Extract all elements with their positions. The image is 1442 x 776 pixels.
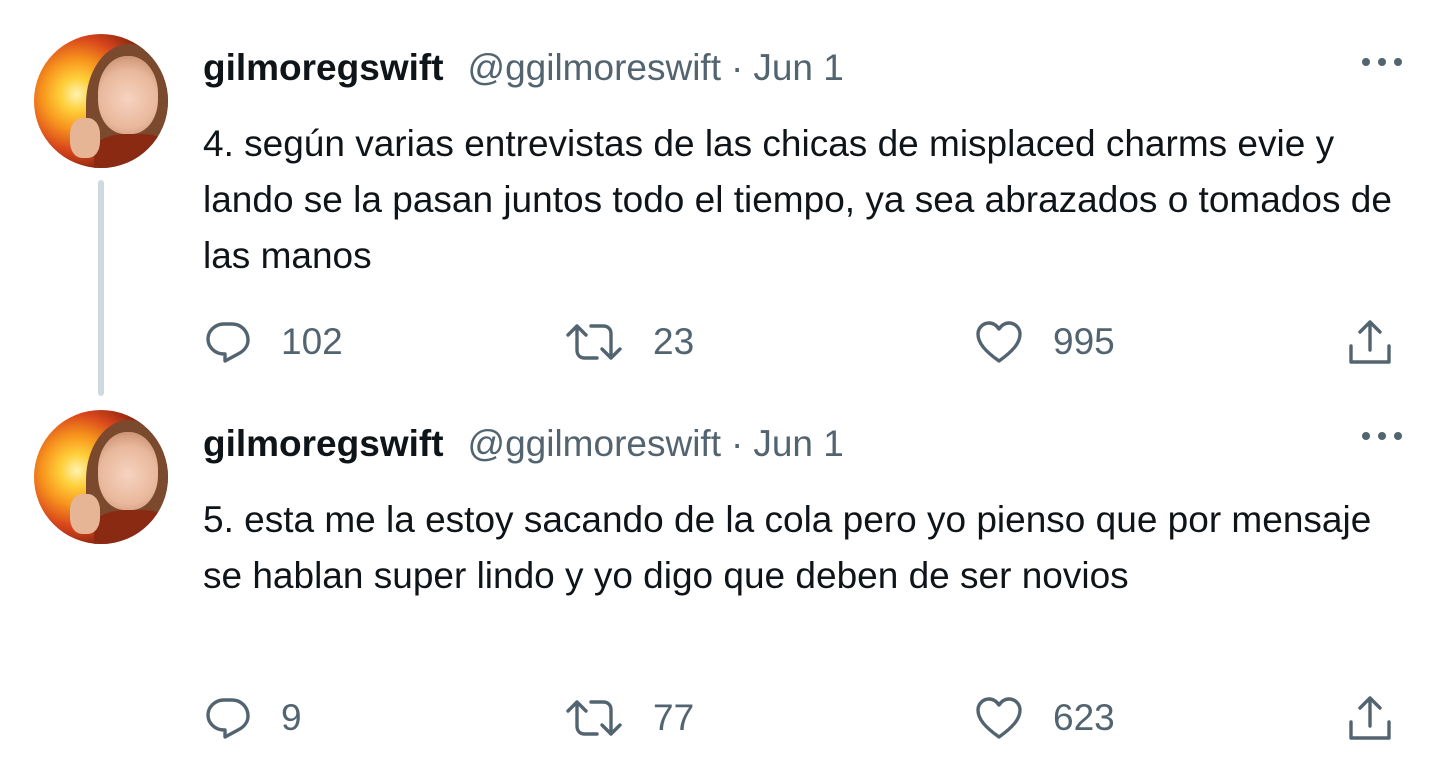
tweet-header: gilmoregswift @ggilmoreswift · Jun 1 — [203, 42, 844, 94]
like-button[interactable]: 995 — [975, 312, 1115, 372]
tweet-actions: 102 23 995 — [0, 312, 1442, 372]
reply-count: 9 — [281, 697, 302, 738]
share-icon — [1349, 696, 1391, 740]
retweet-button[interactable]: 23 — [565, 312, 694, 372]
reply-count: 102 — [281, 321, 343, 362]
reply-button[interactable]: 102 — [205, 312, 343, 372]
more-dot — [1362, 432, 1370, 440]
header-separator: · — [731, 47, 744, 88]
like-count: 995 — [1053, 321, 1115, 362]
tweet-thread: gilmoregswift @ggilmoreswift · Jun 1 4. … — [0, 0, 1442, 776]
more-dot — [1362, 58, 1370, 66]
share-icon — [1349, 320, 1391, 364]
tweet-date[interactable]: Jun 1 — [753, 47, 844, 89]
tweet-text: 4. según varias entrevistas de las chica… — [203, 123, 1392, 276]
retweet-icon — [566, 324, 622, 360]
retweet-count: 23 — [653, 321, 695, 362]
retweet-button[interactable]: 77 — [565, 688, 694, 748]
tweet[interactable]: gilmoregswift @ggilmoreswift · Jun 1 5. … — [0, 398, 1442, 776]
more-dot — [1378, 432, 1386, 440]
more-dot — [1394, 58, 1402, 66]
like-button[interactable]: 623 — [975, 688, 1115, 748]
avatar-thumb — [70, 494, 100, 534]
reply-icon — [206, 322, 250, 363]
tweet-actions: 9 77 623 — [0, 688, 1442, 748]
tweet-text: 5. esta me la estoy sacando de la cola p… — [203, 499, 1372, 596]
tweet-date[interactable]: Jun 1 — [753, 423, 844, 465]
tweet[interactable]: gilmoregswift @ggilmoreswift · Jun 1 4. … — [0, 0, 1442, 398]
like-count: 623 — [1053, 697, 1115, 738]
author-name[interactable]: gilmoregswift — [203, 423, 444, 465]
author-handle[interactable]: @ggilmoreswift — [468, 423, 721, 465]
author-name[interactable]: gilmoregswift — [203, 47, 444, 89]
tweet-header: gilmoregswift @ggilmoreswift · Jun 1 — [203, 418, 844, 470]
avatar-face — [98, 432, 158, 510]
avatar[interactable] — [34, 410, 168, 544]
reply-button[interactable]: 9 — [205, 688, 302, 748]
more-dot — [1394, 432, 1402, 440]
more-options-icon[interactable] — [1362, 426, 1402, 446]
avatar-shirt — [94, 510, 168, 544]
more-dot — [1378, 58, 1386, 66]
share-button[interactable] — [1346, 688, 1394, 748]
avatar-thumb — [70, 118, 100, 158]
avatar-face — [98, 56, 158, 134]
share-button[interactable] — [1346, 312, 1394, 372]
header-separator: · — [731, 423, 744, 464]
avatar[interactable] — [34, 34, 168, 168]
avatar-shirt — [94, 134, 168, 168]
heart-icon — [976, 321, 1022, 363]
more-options-icon[interactable] — [1362, 52, 1402, 72]
heart-icon — [976, 697, 1022, 739]
reply-icon — [206, 698, 250, 739]
author-handle[interactable]: @ggilmoreswift — [468, 47, 721, 89]
retweet-icon — [566, 700, 622, 736]
retweet-count: 77 — [653, 697, 695, 738]
